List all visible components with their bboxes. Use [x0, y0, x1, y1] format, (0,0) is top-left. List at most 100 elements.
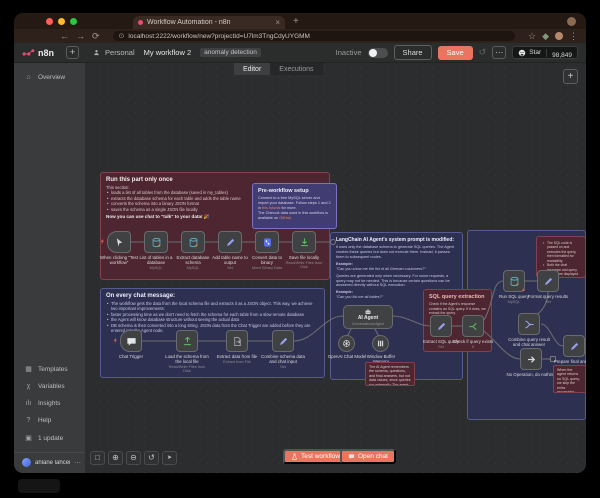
more-menu-button[interactable]: ⋯ — [492, 46, 506, 59]
open-chat-button[interactable]: Open chat — [340, 449, 396, 464]
address-bar[interactable]: ⊙ localhost:2222/workflow/new?projectId=… — [113, 31, 515, 41]
node-window-memory[interactable] — [372, 335, 389, 352]
node-add-table-name[interactable] — [218, 231, 242, 253]
forward-icon[interactable]: → — [76, 32, 85, 41]
active-toggle[interactable] — [368, 48, 388, 58]
read-file-icon — [182, 336, 193, 347]
tab-executions[interactable]: Executions — [270, 63, 322, 75]
test-workflow-button[interactable]: Test workflow — [283, 449, 348, 464]
bookmark-star-icon[interactable]: ☆ — [528, 32, 536, 41]
templates-icon: ▦ — [24, 365, 33, 373]
close-window-button[interactable] — [46, 18, 53, 25]
n8n-logo[interactable]: n8n — [22, 48, 54, 58]
taskbar-fragment — [18, 479, 60, 493]
variables-icon: χ — [24, 383, 33, 390]
sidebar-item-updates[interactable]: ▣ 1 update — [14, 429, 85, 447]
header-actions: Inactive Share Save ↺ ⋯ Star 98,849 — [336, 45, 578, 60]
breadcrumb: Personal My workflow 2 anomaly detection — [93, 48, 261, 57]
browser-menu-icon[interactable]: ⋮ — [569, 32, 578, 41]
node-openai-model[interactable] — [338, 335, 355, 352]
reset-zoom-button[interactable]: ↺ — [144, 451, 159, 465]
node-check-query[interactable] — [462, 315, 484, 337]
back-icon[interactable]: ← — [60, 32, 69, 41]
node-combine-schema[interactable] — [272, 330, 294, 352]
node-chat-trigger[interactable] — [120, 330, 142, 352]
sticky-memory-note[interactable]: The AI Agent remembers the schema, quest… — [365, 362, 415, 386]
zoom-to-fit-button[interactable]: □ — [90, 451, 105, 465]
node-prepare-answer[interactable] — [563, 335, 585, 357]
workflow-tag[interactable]: anomaly detection — [200, 48, 261, 57]
breadcrumb-project[interactable]: Personal — [105, 48, 135, 57]
pencil-icon — [543, 276, 554, 287]
minimize-window-button[interactable] — [58, 18, 65, 25]
add-node-button[interactable]: + — [563, 69, 578, 84]
sidebar-item-help[interactable]: ? Help — [14, 412, 85, 429]
arrow-right-icon — [526, 354, 537, 365]
tab-title: Workflow Automation - n8n — [147, 19, 271, 26]
sidebar-user[interactable]: ahlane lahcen ⋯ — [14, 452, 85, 469]
user-menu-icon[interactable]: ⋯ — [74, 459, 81, 467]
extract-file-icon — [232, 336, 243, 347]
zoom-out-button[interactable]: ⊖ — [126, 451, 141, 465]
trigger-bolt-icon — [112, 337, 119, 344]
zoom-in-button[interactable]: ⊕ — [108, 451, 123, 465]
url-text[interactable]: localhost:2222/workflow/new?projectId=U7… — [128, 33, 310, 40]
node-format-results[interactable] — [537, 270, 559, 292]
binary-file-icon — [262, 237, 273, 248]
tab-close-icon[interactable]: × — [275, 19, 280, 27]
node-no-operation[interactable] — [520, 348, 542, 370]
github-star-button[interactable]: Star — [513, 49, 547, 57]
new-tab-button[interactable]: + — [293, 16, 299, 27]
node-label: Extract database schemaMySQL — [174, 255, 212, 270]
browser-avatar[interactable] — [555, 32, 563, 40]
sticky-noop-note[interactable]: When the agent returns no SQL query, we … — [553, 365, 586, 393]
node-extract-sql[interactable] — [430, 315, 452, 337]
save-button[interactable]: Save — [438, 46, 473, 60]
node-list-tables[interactable] — [144, 231, 168, 253]
browser-tab[interactable]: Workflow Automation - n8n × — [133, 16, 285, 29]
github-star-widget[interactable]: Star 98,849 — [512, 46, 578, 59]
node-extract-schema[interactable] — [181, 231, 205, 253]
node-label: Check if query existsIf — [451, 339, 495, 349]
node-label: Format query resultsSet — [526, 294, 570, 304]
sidebar-bottom: ▦ Templates χ Variables ılı Insights ? H… — [14, 360, 85, 447]
tab-editor[interactable]: Editor — [234, 63, 270, 75]
home-icon: ⌂ — [24, 74, 33, 81]
browser-profile-icon[interactable] — [567, 17, 576, 26]
panel-toggle-button[interactable]: + — [66, 46, 79, 59]
pointer-mode-button[interactable]: ➤ — [162, 451, 177, 465]
workflow-name[interactable]: My workflow 2 — [144, 48, 192, 57]
node-manual-trigger[interactable] — [107, 231, 131, 253]
node-save-file[interactable] — [292, 231, 316, 253]
reload-icon[interactable]: ⟳ — [92, 32, 100, 41]
node-load-schema[interactable] — [176, 330, 198, 352]
node-combine-result[interactable] — [518, 313, 540, 335]
traffic-lights[interactable] — [46, 18, 77, 25]
trigger-bolt-icon — [99, 238, 106, 245]
zoom-window-button[interactable] — [70, 18, 77, 25]
github-icon — [518, 49, 526, 57]
sidebar-item-templates[interactable]: ▦ Templates — [14, 360, 85, 378]
node-convert-binary[interactable] — [255, 231, 279, 253]
node-ai-agent[interactable]: AI Agent Conversational Agent — [343, 305, 393, 329]
browser-window: Workflow Automation - n8n × + ← → ⟳ ⊙ lo… — [14, 13, 586, 473]
pencil-icon — [436, 321, 447, 332]
share-button[interactable]: Share — [394, 45, 432, 60]
wire-endpoint[interactable] — [330, 239, 336, 245]
help-icon: ? — [24, 417, 33, 424]
node-run-sql[interactable]: ▲ — [503, 270, 525, 292]
github-star-count[interactable]: 98,849 — [547, 46, 577, 59]
node-label: List of tables in a databaseMySQL — [137, 255, 175, 270]
site-info-icon[interactable]: ⊙ — [119, 32, 125, 40]
n8n-logo-icon — [22, 48, 35, 57]
cursor-icon — [114, 237, 125, 248]
node-extract-data[interactable] — [226, 330, 248, 352]
sidebar-item-variables[interactable]: χ Variables — [14, 378, 85, 395]
extension-shield-icon[interactable]: ◆ — [542, 32, 549, 41]
sidebar: ⌂ Overview ▦ Templates χ Variables ılı I… — [14, 63, 86, 473]
sidebar-item-insights[interactable]: ılı Insights — [14, 395, 85, 412]
workflow-canvas[interactable]: Editor Executions + Run this part only o… — [86, 63, 586, 473]
history-icon[interactable]: ↺ — [479, 47, 487, 58]
warning-icon: ▲ — [521, 288, 526, 293]
sidebar-item-overview[interactable]: ⌂ Overview — [14, 69, 85, 86]
